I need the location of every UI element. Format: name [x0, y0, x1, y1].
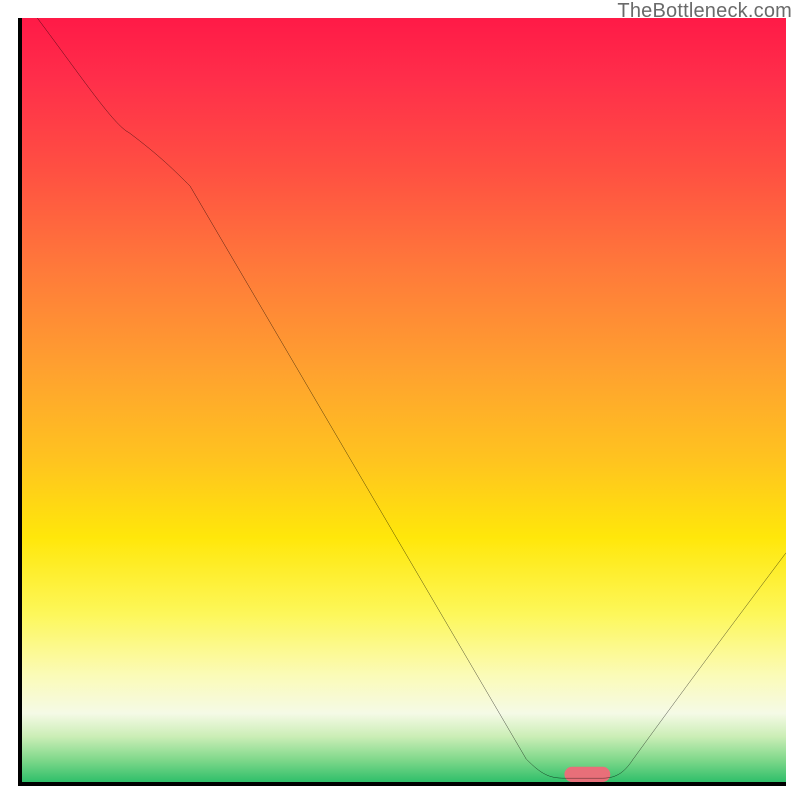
- bottleneck-chart: TheBottleneck.com: [0, 0, 800, 800]
- bottleneck-curve-path: [37, 18, 786, 778]
- curve-layer: [22, 18, 786, 782]
- optimal-marker: [564, 767, 610, 782]
- plot-area: [18, 18, 786, 786]
